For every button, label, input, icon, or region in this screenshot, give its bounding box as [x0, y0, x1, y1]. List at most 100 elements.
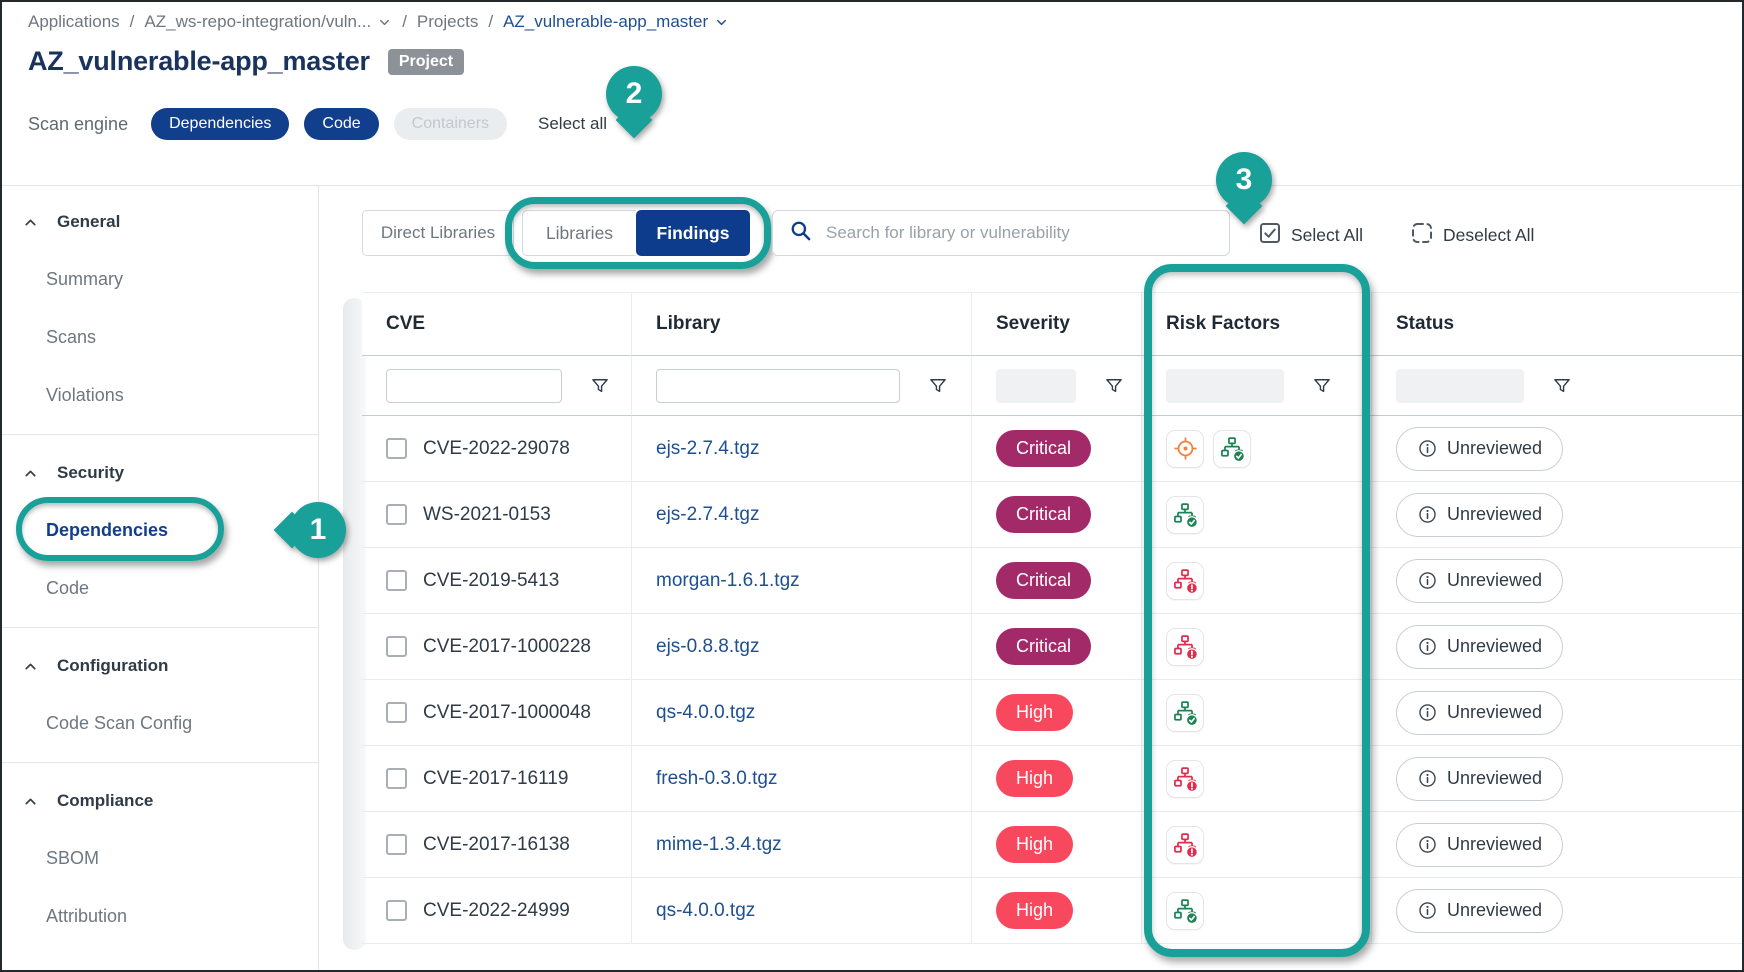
library-cell: ejs-2.7.4.tgz — [632, 416, 972, 482]
library-link[interactable]: ejs-2.7.4.tgz — [656, 438, 760, 460]
direct-libraries-button[interactable]: Direct Libraries — [362, 210, 514, 256]
status-cell: Unreviewed — [1372, 878, 1742, 944]
filter-input-library[interactable] — [656, 369, 900, 403]
sidebar-item-summary[interactable]: Summary — [2, 250, 318, 308]
sidebar-item-attribution[interactable]: Attribution — [2, 887, 318, 945]
filter-icon[interactable] — [590, 376, 610, 396]
status-button[interactable]: Unreviewed — [1396, 427, 1563, 471]
sidebar-item-dependencies[interactable]: Dependencies — [2, 501, 318, 559]
row-checkbox[interactable] — [386, 900, 407, 921]
sidebar-section-header[interactable]: Security — [2, 445, 318, 501]
scan-select-all-link[interactable]: Select all — [538, 114, 607, 134]
filter-icon[interactable] — [1104, 376, 1124, 396]
filter-icon[interactable] — [1312, 376, 1332, 396]
deselect-all-label: Deselect All — [1443, 225, 1534, 246]
library-cell: morgan-1.6.1.tgz — [632, 548, 972, 614]
breadcrumb-item[interactable]: AZ_vulnerable-app_master — [503, 12, 729, 32]
filter-icon[interactable] — [1552, 376, 1572, 396]
status-cell: Unreviewed — [1372, 548, 1742, 614]
status-button[interactable]: Unreviewed — [1396, 559, 1563, 603]
dependency-tree-alert-icon[interactable] — [1166, 562, 1204, 600]
library-link[interactable]: ejs-2.7.4.tgz — [656, 504, 760, 526]
view-toggle-libraries[interactable]: Libraries — [522, 210, 636, 256]
status-button[interactable]: Unreviewed — [1396, 889, 1563, 933]
dependency-tree-check-icon[interactable] — [1166, 694, 1204, 732]
callout-pin-3: 3 — [1216, 152, 1272, 208]
row-checkbox[interactable] — [386, 570, 407, 591]
filter-input-cve[interactable] — [386, 369, 562, 403]
column-header-severity[interactable]: Severity — [972, 292, 1142, 356]
chevron-up-icon[interactable] — [22, 214, 39, 231]
info-icon — [1417, 900, 1438, 921]
row-checkbox[interactable] — [386, 768, 407, 789]
breadcrumb-item[interactable]: Projects — [417, 12, 478, 32]
dependency-tree-alert-icon[interactable] — [1166, 760, 1204, 798]
breadcrumb-item[interactable]: AZ_ws-repo-integration/vuln... — [144, 12, 392, 32]
sidebar-item-violations[interactable]: Violations — [2, 366, 318, 424]
cve-cell: CVE-2019-5413 — [362, 548, 632, 614]
search-input[interactable] — [826, 223, 1213, 243]
column-header-cve[interactable]: CVE — [362, 292, 632, 356]
project-type-badge: Project — [388, 49, 464, 75]
row-checkbox[interactable] — [386, 504, 407, 525]
breadcrumb-separator: / — [402, 12, 407, 32]
library-link[interactable]: qs-4.0.0.tgz — [656, 702, 755, 724]
chevron-up-icon[interactable] — [22, 793, 39, 810]
library-cell: ejs-0.8.8.tgz — [632, 614, 972, 680]
filter-icon[interactable] — [928, 376, 948, 396]
risk-factors-cell — [1142, 746, 1372, 812]
dependency-tree-alert-icon[interactable] — [1166, 628, 1204, 666]
target-icon[interactable] — [1166, 430, 1204, 468]
column-header-status[interactable]: Status — [1372, 292, 1742, 356]
chevron-down-icon[interactable] — [377, 15, 392, 30]
library-link[interactable]: qs-4.0.0.tgz — [656, 900, 755, 922]
dependency-tree-alert-icon[interactable] — [1166, 826, 1204, 864]
cve-id: CVE-2017-16119 — [423, 768, 568, 790]
dependency-tree-check-icon[interactable] — [1166, 892, 1204, 930]
status-button[interactable]: Unreviewed — [1396, 493, 1563, 537]
sidebar-section-header[interactable]: General — [2, 194, 318, 250]
chevron-up-icon[interactable] — [22, 658, 39, 675]
scan-engine-pill-code[interactable]: Code — [304, 108, 378, 140]
column-header-library[interactable]: Library — [632, 292, 972, 356]
chevron-down-icon[interactable] — [714, 15, 729, 30]
dependency-tree-check-icon[interactable] — [1166, 496, 1204, 534]
sidebar-item-label: Code — [46, 578, 89, 599]
sidebar-item-code[interactable]: Code — [2, 559, 318, 617]
status-label: Unreviewed — [1447, 900, 1542, 921]
chevron-up-icon[interactable] — [22, 465, 39, 482]
row-checkbox[interactable] — [386, 834, 407, 855]
title-row: AZ_vulnerable-app_master Project — [28, 46, 464, 77]
dependency-tree-check-icon[interactable] — [1213, 430, 1251, 468]
cve-id: CVE-2017-1000228 — [423, 636, 591, 658]
sidebar-item-label: SBOM — [46, 848, 99, 869]
info-icon — [1417, 438, 1438, 459]
library-link[interactable]: mime-1.3.4.tgz — [656, 834, 782, 856]
risk-factors-cell — [1142, 416, 1372, 482]
status-button[interactable]: Unreviewed — [1396, 625, 1563, 669]
status-button[interactable]: Unreviewed — [1396, 757, 1563, 801]
deselect-all-button[interactable]: Deselect All — [1410, 221, 1534, 250]
filter-cell-severity — [972, 356, 1142, 416]
sidebar-item-sbom[interactable]: SBOM — [2, 829, 318, 887]
scan-engine-pill-dependencies[interactable]: Dependencies — [151, 108, 289, 140]
breadcrumb-item[interactable]: Applications — [28, 12, 120, 32]
severity-badge: Critical — [996, 430, 1091, 467]
sidebar-section-header[interactable]: Configuration — [2, 638, 318, 694]
cve-cell: CVE-2017-1000048 — [362, 680, 632, 746]
column-header-risk-factors[interactable]: Risk Factors — [1142, 292, 1372, 356]
select-all-button[interactable]: Select All — [1258, 221, 1363, 250]
status-button[interactable]: Unreviewed — [1396, 823, 1563, 867]
sidebar-section-header[interactable]: Compliance — [2, 773, 318, 829]
row-checkbox[interactable] — [386, 702, 407, 723]
filter-cell-status — [1372, 356, 1742, 416]
row-checkbox[interactable] — [386, 636, 407, 657]
row-checkbox[interactable] — [386, 438, 407, 459]
sidebar-item-code-scan-config[interactable]: Code Scan Config — [2, 694, 318, 752]
view-toggle-findings[interactable]: Findings — [636, 210, 750, 256]
status-button[interactable]: Unreviewed — [1396, 691, 1563, 735]
library-link[interactable]: ejs-0.8.8.tgz — [656, 636, 760, 658]
library-link[interactable]: fresh-0.3.0.tgz — [656, 768, 777, 790]
library-link[interactable]: morgan-1.6.1.tgz — [656, 570, 800, 592]
sidebar-item-scans[interactable]: Scans — [2, 308, 318, 366]
